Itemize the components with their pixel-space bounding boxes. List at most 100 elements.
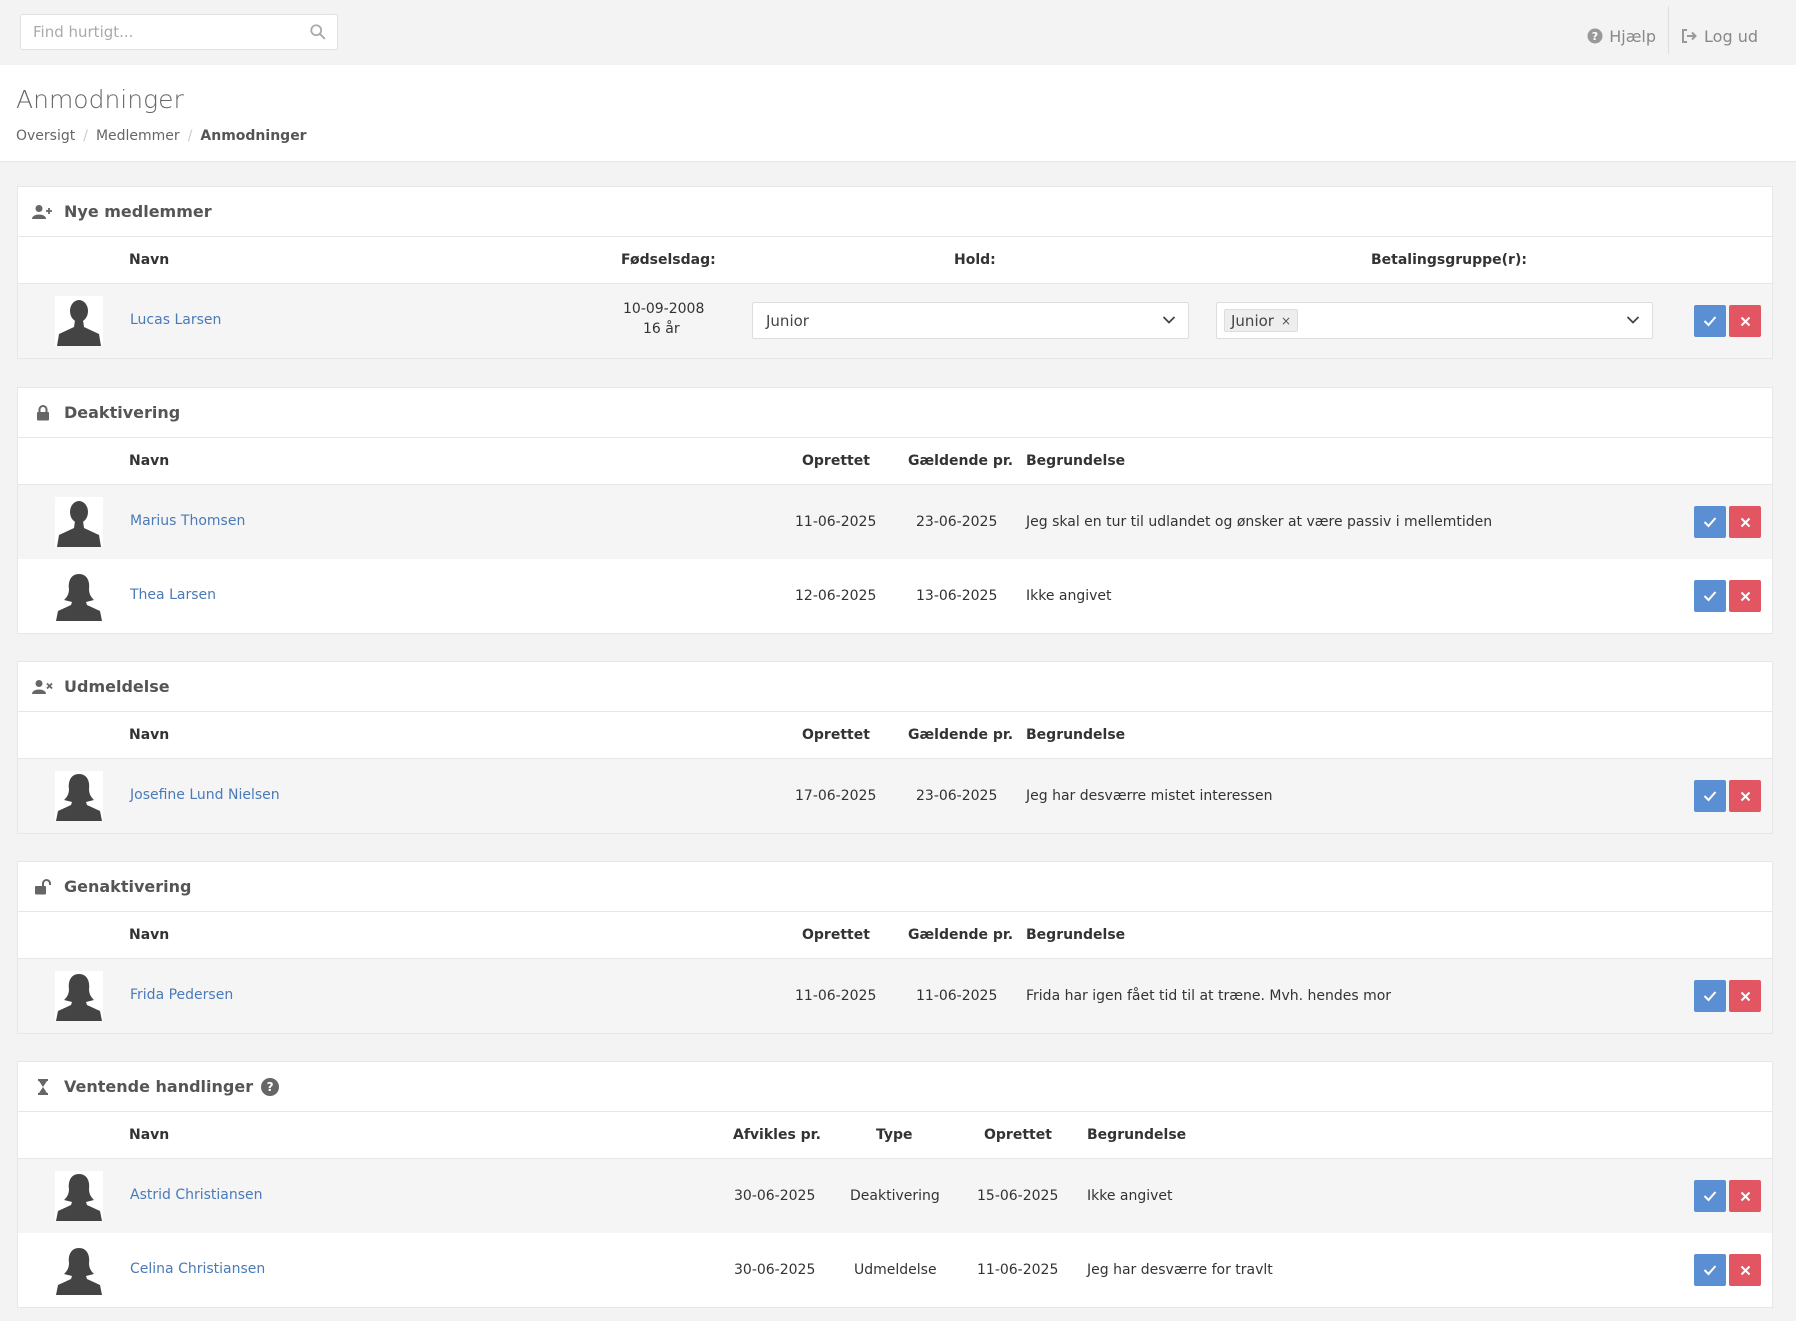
member-name-link[interactable]: Frida Pedersen <box>130 987 233 1003</box>
member-name-link[interactable]: Josefine Lund Nielsen <box>130 787 280 803</box>
avatar <box>55 497 103 547</box>
reject-button[interactable] <box>1729 1254 1761 1286</box>
reason-text: Jeg har desværre for travlt <box>1087 1262 1273 1278</box>
member-name-link[interactable]: Celina Christiansen <box>130 1261 265 1277</box>
col-name: Navn <box>129 1127 170 1143</box>
reason-text: Frida har igen fået tid til at træne. Mv… <box>1026 988 1392 1004</box>
created-date: 12-06-2025 <box>795 588 877 604</box>
member-name-link[interactable]: Lucas Larsen <box>130 312 221 328</box>
approve-button[interactable] <box>1694 506 1726 538</box>
hourglass-icon <box>32 1078 54 1096</box>
panel-pending-actions: Ventende handlinger ? Navn Afvikles pr. … <box>17 1061 1773 1308</box>
logout-link[interactable]: Log ud <box>1669 23 1770 50</box>
reject-button[interactable] <box>1729 580 1761 612</box>
panel-title: Deaktivering <box>64 403 181 422</box>
tag-label: Junior <box>1231 311 1274 330</box>
logout-label: Log ud <box>1704 26 1758 46</box>
table-header: Navn Oprettet Gældende pr. Begrundelse <box>18 912 1772 959</box>
breadcrumb-separator: / <box>83 128 88 144</box>
panel-heading: Udmeldelse <box>18 662 1772 712</box>
check-icon <box>1703 316 1717 327</box>
table-header: Navn Fødselsdag: Hold: Betalingsgruppe(r… <box>18 237 1772 284</box>
col-reason: Begrundelse <box>1026 727 1126 743</box>
table-row: Celina Christiansen 30-06-2025 Udmeldels… <box>18 1233 1772 1307</box>
breadcrumb-current: Anmodninger <box>200 128 307 144</box>
approve-button[interactable] <box>1694 580 1726 612</box>
table-row: Frida Pedersen 11-06-2025 11-06-2025 Fri… <box>18 959 1772 1033</box>
col-type: Type <box>876 1127 913 1143</box>
breadcrumb-overview[interactable]: Oversigt <box>16 128 75 144</box>
col-effective: Gældende pr. <box>908 727 1014 743</box>
close-icon <box>1740 591 1750 601</box>
approve-button[interactable] <box>1694 980 1726 1012</box>
close-icon <box>1740 1265 1750 1275</box>
breadcrumb-members[interactable]: Medlemmer <box>96 128 180 144</box>
table-row: Marius Thomsen 11-06-2025 23-06-2025 Jeg… <box>18 485 1772 559</box>
member-name-link[interactable]: Marius Thomsen <box>130 513 245 529</box>
check-icon <box>1703 791 1717 802</box>
col-created: Oprettet <box>984 1127 1052 1143</box>
sign-out-icon <box>1682 29 1697 43</box>
reason-text: Jeg skal en tur til udlandet og ønsker a… <box>1026 514 1493 530</box>
panel-title: Genaktivering <box>64 877 192 896</box>
reason-text: Ikke angivet <box>1026 588 1112 604</box>
approve-button[interactable] <box>1694 305 1726 337</box>
panel-heading: Deaktivering <box>18 388 1772 438</box>
member-name-link[interactable]: Thea Larsen <box>130 587 216 603</box>
help-icon[interactable]: ? <box>261 1077 280 1096</box>
reject-button[interactable] <box>1729 305 1761 337</box>
approve-button[interactable] <box>1694 780 1726 812</box>
age: 16 år <box>643 321 680 337</box>
check-icon <box>1703 591 1717 602</box>
reason-text: Jeg har desværre mistet interessen <box>1026 788 1273 804</box>
svg-text:?: ? <box>1592 30 1598 43</box>
effective-date: 13-06-2025 <box>916 588 998 604</box>
effective-date: 23-06-2025 <box>916 788 998 804</box>
col-team: Hold: <box>954 252 996 268</box>
created-date: 15-06-2025 <box>977 1188 1059 1204</box>
approve-button[interactable] <box>1694 1180 1726 1212</box>
help-link[interactable]: ? Hjælp <box>1575 23 1668 50</box>
reject-button[interactable] <box>1729 780 1761 812</box>
close-icon <box>1740 1191 1750 1201</box>
team-select[interactable]: Junior <box>752 302 1189 339</box>
col-reason: Begrundelse <box>1087 1127 1187 1143</box>
reject-button[interactable] <box>1729 980 1761 1012</box>
table-row: Lucas Larsen 10-09-2008 16 år Junior Jun… <box>18 284 1772 358</box>
breadcrumb-separator: / <box>187 128 193 144</box>
close-icon <box>1740 517 1750 527</box>
col-birthday: Fødselsdag: <box>621 252 716 268</box>
search-icon[interactable] <box>309 23 327 41</box>
col-created: Oprettet <box>802 453 870 469</box>
reject-button[interactable] <box>1729 1180 1761 1212</box>
effective-date: 23-06-2025 <box>916 514 998 530</box>
search-input[interactable] <box>21 15 291 49</box>
avatar <box>55 971 103 1021</box>
top-bar: ? Hjælp Log ud <box>0 0 1796 65</box>
col-effective: Gældende pr. <box>908 453 1014 469</box>
effective-date: 11-06-2025 <box>916 988 998 1004</box>
quick-search[interactable] <box>20 14 338 50</box>
col-name: Navn <box>129 453 170 469</box>
table-row: Josefine Lund Nielsen 17-06-2025 23-06-2… <box>18 759 1772 833</box>
approve-button[interactable] <box>1694 1254 1726 1286</box>
panel-deactivation: Deaktivering Navn Oprettet Gældende pr. … <box>17 387 1773 634</box>
table-header: Navn Oprettet Gældende pr. Begrundelse <box>18 438 1772 485</box>
action-type: Udmeldelse <box>854 1262 937 1278</box>
action-type: Deaktivering <box>850 1188 940 1204</box>
member-name-link[interactable]: Astrid Christiansen <box>130 1187 263 1203</box>
tag-remove-icon[interactable]: × <box>1281 314 1291 328</box>
panel-resignation: Udmeldelse Navn Oprettet Gældende pr. Be… <box>17 661 1773 834</box>
panel-title: Udmeldelse <box>64 677 170 696</box>
close-icon <box>1740 316 1750 326</box>
col-payment-groups: Betalingsgruppe(r): <box>1371 252 1527 268</box>
close-icon <box>1740 991 1750 1001</box>
user-times-icon <box>32 678 54 696</box>
chevron-down-icon <box>1626 316 1640 324</box>
avatar <box>55 1245 103 1295</box>
payment-group-select[interactable]: Junior × <box>1216 302 1653 339</box>
reject-button[interactable] <box>1729 506 1761 538</box>
check-icon <box>1703 1191 1717 1202</box>
table-header: Navn Afvikles pr. Type Oprettet Begrunde… <box>18 1112 1772 1159</box>
panel-heading: Ventende handlinger ? <box>18 1062 1772 1112</box>
